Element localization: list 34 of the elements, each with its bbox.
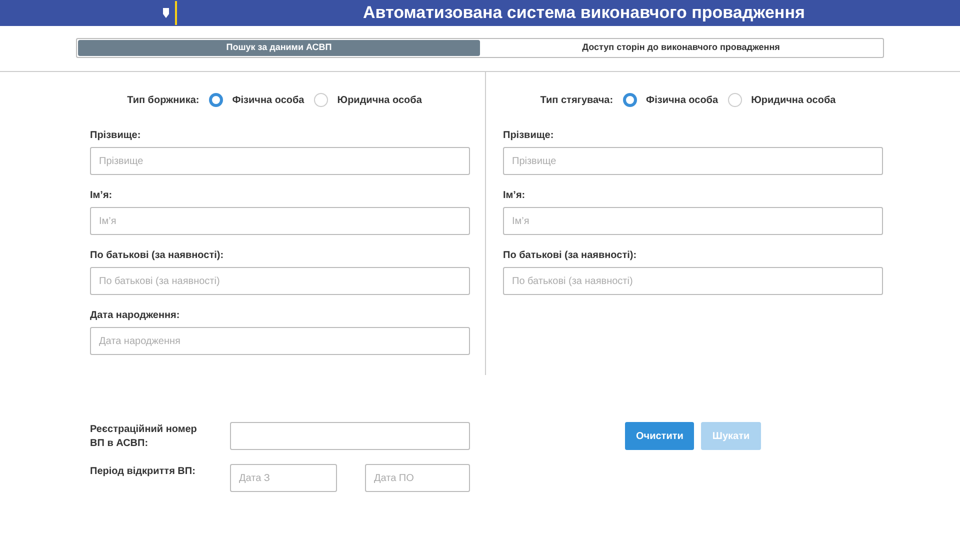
field-label: По батькові (за наявності): (503, 249, 638, 262)
shield-icon (162, 8, 170, 18)
date-field[interactable]: Дата З (230, 464, 337, 492)
input-field[interactable]: Ім’я (90, 207, 470, 235)
field-label: Ім’я: (503, 189, 526, 202)
radio-label: Юридична особа (337, 94, 422, 108)
field-label: Реєстраційний номер ВП в АСВП: (90, 423, 198, 451)
type-label: Тип стягувача: (540, 94, 614, 108)
input-field[interactable]: По батькові (за наявності) (503, 267, 883, 295)
input-field[interactable]: Ім’я (503, 207, 883, 235)
input-field[interactable] (230, 422, 470, 450)
field-label: Прізвище: (503, 129, 555, 142)
input-field[interactable]: Прізвище (90, 147, 470, 175)
radio-button[interactable] (623, 93, 638, 107)
radio-button[interactable] (209, 93, 224, 107)
radio-label: Фізична особа (232, 94, 304, 108)
type-label: Тип боржника: (127, 94, 200, 108)
radio-label: Юридична особа (751, 94, 836, 108)
window-title: Автоматизована система виконавчого провадження (363, 2, 805, 24)
field-label: Дата народження: (90, 309, 181, 322)
radio-label: Фізична особа (646, 94, 718, 108)
radio-button[interactable] (728, 93, 742, 107)
input-field[interactable]: По батькові (за наявності) (90, 267, 470, 295)
field-label: Прізвище: (90, 129, 142, 142)
radio-button[interactable] (314, 93, 328, 107)
field-label: Період відкриття ВП: (90, 465, 196, 479)
input-field[interactable]: Дата народження (90, 327, 470, 355)
field-label: Ім’я: (90, 189, 114, 202)
action-button[interactable]: Очистити (625, 422, 694, 450)
input-field[interactable]: Прізвище (503, 147, 883, 175)
tab[interactable]: Пошук за даними АСВП (78, 40, 480, 56)
field-label: По батькові (за наявності): (90, 249, 225, 262)
date-field[interactable]: Дата ПО (365, 464, 470, 492)
logo-divider (175, 1, 177, 25)
